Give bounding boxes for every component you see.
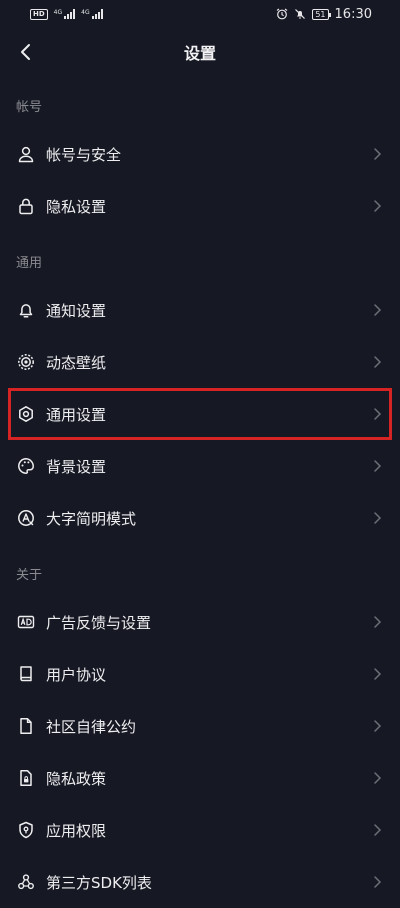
nav-bar: 设置 — [0, 28, 400, 76]
chevron-right-icon — [372, 771, 382, 785]
chevron-right-icon — [372, 823, 382, 837]
settings-item-label: 动态壁纸 — [46, 353, 107, 372]
settings-item-account-security[interactable]: 帐号与安全 — [0, 128, 400, 180]
mute-icon — [294, 8, 306, 20]
settings-list: 帐号 帐号与安全 隐私设置 通用 通知设置 动态壁纸 通用设置 背景设置 大字简… — [0, 76, 400, 908]
settings-item-label: 隐私设置 — [46, 197, 107, 216]
large-font-icon — [16, 508, 36, 528]
ad-icon — [16, 612, 36, 632]
chevron-right-icon — [372, 355, 382, 369]
back-button[interactable] — [12, 38, 40, 66]
settings-item-notifications[interactable]: 通知设置 — [0, 284, 400, 336]
settings-item-user-agreement[interactable]: 用户协议 — [0, 648, 400, 700]
alarm-icon — [276, 8, 288, 20]
status-left: HD 4G 4G — [30, 8, 103, 20]
settings-item-label: 通用设置 — [46, 405, 107, 424]
chevron-right-icon — [372, 667, 382, 681]
settings-item-label: 社区自律公约 — [46, 717, 137, 736]
chevron-right-icon — [372, 407, 382, 421]
chevron-right-icon — [372, 303, 382, 317]
status-bar: HD 4G 4G 51 16:30 — [0, 0, 400, 28]
live-wallpaper-icon — [16, 352, 36, 372]
book-icon — [16, 664, 36, 684]
settings-item-large-font-mode[interactable]: 大字简明模式 — [0, 492, 400, 544]
shield-icon — [16, 820, 36, 840]
signal-1-label: 4G — [53, 9, 63, 16]
settings-item-label: 隐私政策 — [46, 769, 107, 788]
settings-item-label: 广告反馈与设置 — [46, 613, 152, 632]
chevron-right-icon — [372, 147, 382, 161]
gear-icon — [16, 404, 36, 424]
settings-item-label: 第三方SDK列表 — [46, 873, 152, 892]
settings-item-third-party-sdk[interactable]: 第三方SDK列表 — [0, 856, 400, 908]
settings-item-label: 帐号与安全 — [46, 145, 122, 164]
settings-item-general-settings[interactable]: 通用设置 — [0, 388, 400, 440]
chevron-right-icon — [372, 511, 382, 525]
signal-2-label: 4G — [81, 9, 90, 16]
section-header-general: 通用 — [16, 256, 43, 271]
battery-icon: 51 — [312, 8, 331, 20]
signal-icon-1: 4G — [53, 9, 76, 19]
chevron-left-icon — [21, 44, 30, 60]
section-header-account: 帐号 — [16, 100, 43, 115]
status-time: 16:30 — [334, 6, 372, 22]
settings-item-label: 通知设置 — [46, 301, 107, 320]
settings-item-label: 大字简明模式 — [46, 509, 137, 528]
chevron-right-icon — [372, 719, 382, 733]
settings-item-label: 背景设置 — [46, 457, 107, 476]
sdk-icon — [16, 872, 36, 892]
settings-item-privacy-policy[interactable]: 隐私政策 — [0, 752, 400, 804]
settings-item-ad-feedback[interactable]: 广告反馈与设置 — [0, 596, 400, 648]
chevron-right-icon — [372, 459, 382, 473]
page-title: 设置 — [183, 44, 216, 63]
settings-item-background[interactable]: 背景设置 — [0, 440, 400, 492]
signal-icon-2: 4G — [81, 9, 103, 19]
settings-item-label: 应用权限 — [46, 821, 107, 840]
settings-item-privacy[interactable]: 隐私设置 — [0, 180, 400, 232]
settings-item-community-guidelines[interactable]: 社区自律公约 — [0, 700, 400, 752]
document-icon — [16, 716, 36, 736]
user-icon — [16, 144, 36, 164]
settings-item-label: 用户协议 — [46, 665, 107, 684]
bell-icon — [16, 300, 36, 320]
settings-item-app-permissions[interactable]: 应用权限 — [0, 804, 400, 856]
section-header-about: 关于 — [16, 568, 43, 583]
chevron-right-icon — [372, 615, 382, 629]
hd-badge: HD — [30, 8, 48, 20]
chevron-right-icon — [372, 199, 382, 213]
lock-icon — [16, 196, 36, 216]
palette-icon — [16, 456, 36, 476]
privacy-policy-icon — [16, 768, 36, 788]
status-right: 51 16:30 — [276, 7, 372, 22]
chevron-right-icon — [372, 875, 382, 889]
settings-item-live-wallpaper[interactable]: 动态壁纸 — [0, 336, 400, 388]
